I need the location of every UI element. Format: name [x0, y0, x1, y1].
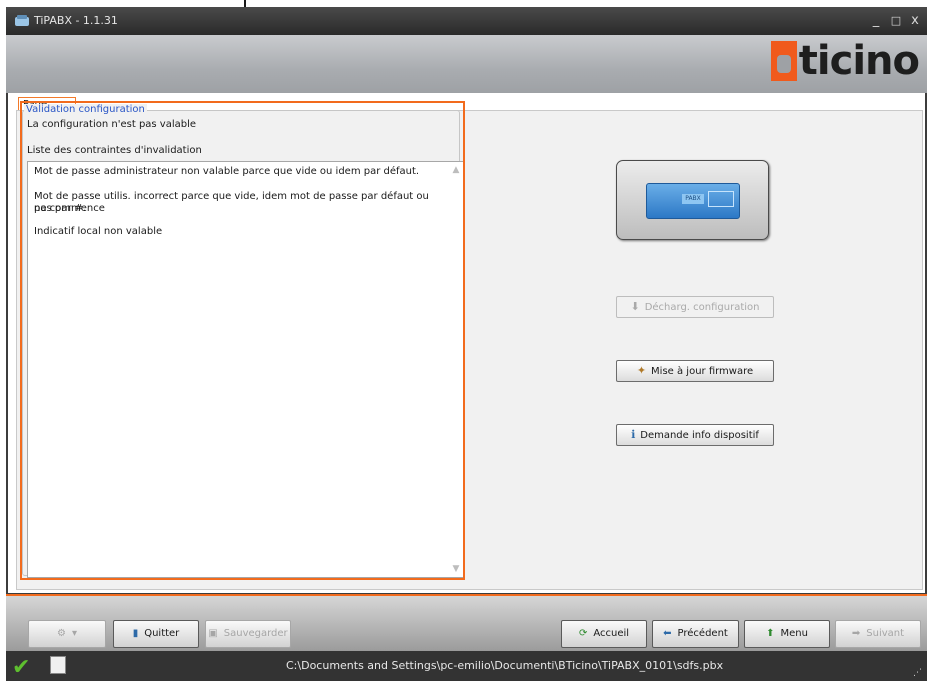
annotation-highlight-box	[20, 101, 465, 580]
dropdown-arrow-icon: ▾	[71, 628, 77, 639]
previous-button[interactable]: ⬅ Précédent	[652, 620, 739, 648]
floppy-icon: ▣	[208, 628, 218, 639]
arrow-left-icon: ⬅	[663, 628, 672, 639]
info-icon: ℹ	[631, 428, 636, 441]
arrow-right-icon: ➡	[851, 628, 861, 639]
device-label: PABX	[682, 194, 704, 204]
quit-button[interactable]: ▮ Quitter	[113, 620, 199, 648]
file-path: C:\Documents and Settings\pc-emilio\Docu…	[286, 659, 724, 672]
quit-label: Quitter	[144, 628, 180, 639]
file-status-icon	[50, 656, 66, 674]
home-label: Accueil	[593, 628, 630, 639]
title-bar: TiPABX - 1.1.31 _ □ x	[6, 7, 927, 35]
minimize-button[interactable]: _	[868, 13, 884, 29]
close-button[interactable]: x	[907, 13, 923, 29]
check-icon: ✔	[12, 655, 31, 680]
home-button[interactable]: ⟳ Accueil	[561, 620, 647, 648]
save-button[interactable]: ▣ Sauvegarder	[205, 620, 291, 648]
menu-button[interactable]: ⬆ Menu	[744, 620, 830, 648]
device-ports	[708, 191, 734, 207]
bticino-logo: ticino	[770, 41, 920, 81]
firmware-label: Mise à jour firmware	[651, 366, 754, 377]
save-label: Sauvegarder	[223, 628, 288, 639]
arrow-up-icon: ⬆	[766, 628, 775, 639]
header-banner: ticino	[6, 35, 927, 93]
download-label: Décharg. configuration	[644, 302, 760, 313]
window-title: TiPABX - 1.1.31	[34, 14, 118, 27]
refresh-home-icon: ⟳	[578, 628, 588, 639]
maximize-button[interactable]: □	[888, 13, 904, 29]
next-label: Suivant	[866, 628, 905, 639]
previous-label: Précédent	[677, 628, 728, 639]
gear-icon: ⚙	[57, 628, 66, 639]
next-button[interactable]: ➡ Suivant	[835, 620, 921, 648]
update-firmware-button[interactable]: ✦ Mise à jour firmware	[616, 360, 774, 382]
door-exit-icon: ▮	[132, 628, 139, 639]
firmware-icon: ✦	[636, 364, 647, 377]
bottom-toolbar: ⚙ ▾ ▮ Quitter ▣ Sauvegarder ⟳ Accueil ⬅ Précé…	[6, 594, 927, 651]
device-info-button[interactable]: ℹ Demande info dispositif	[616, 424, 774, 446]
download-configuration-button[interactable]: ⬇ Décharg. configuration	[616, 296, 774, 318]
extra-options-button[interactable]: ⚙ ▾	[28, 620, 106, 648]
info-label: Demande info dispositif	[640, 430, 759, 441]
status-bar: ✔ C:\Documents and Settings\pc-emilio\Do…	[6, 651, 927, 681]
menu-label: Menu	[780, 628, 808, 639]
resize-grip-icon[interactable]: ⋰	[913, 668, 923, 678]
app-icon	[15, 15, 29, 26]
download-icon: ⬇	[630, 300, 640, 313]
